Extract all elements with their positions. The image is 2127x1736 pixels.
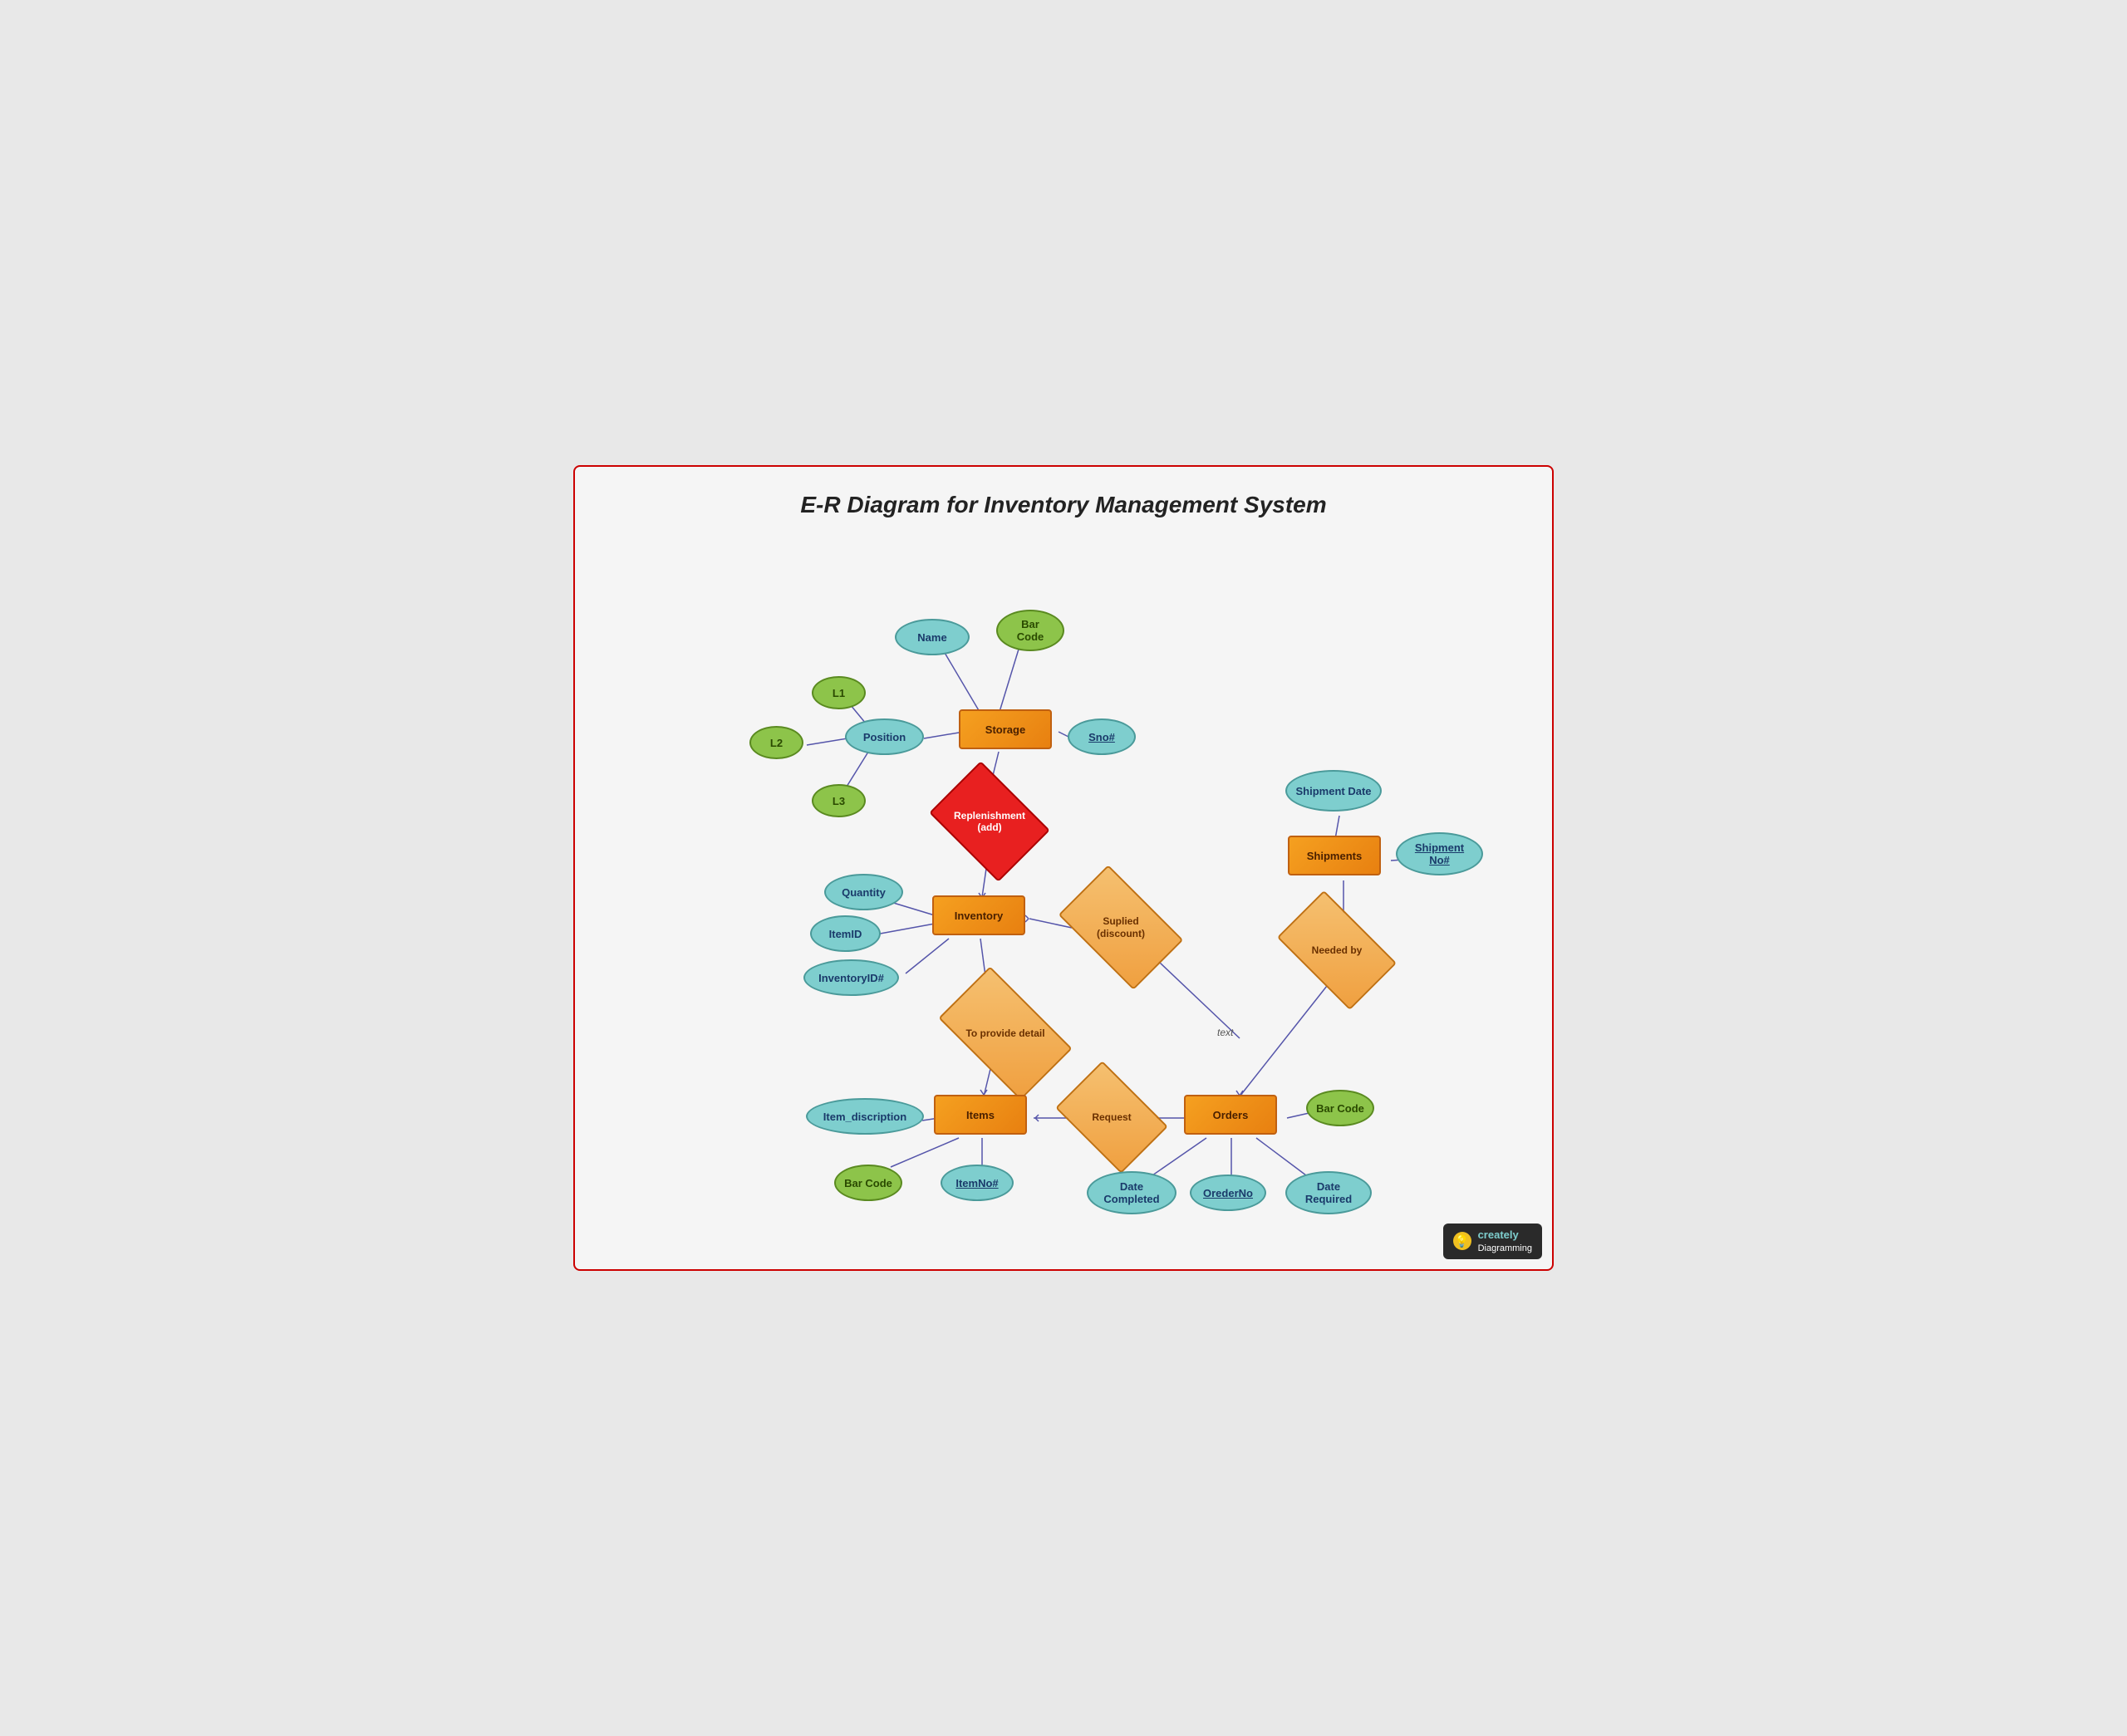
name-attribute: Name: [895, 619, 970, 655]
creately-logo-icon: 💡: [1453, 1232, 1471, 1250]
l2-attribute: L2: [749, 726, 803, 759]
supplied-relationship: Suplied(discount): [1059, 865, 1184, 990]
diagram-title: E-R Diagram for Inventory Management Sys…: [592, 483, 1535, 518]
inventory-entity: Inventory: [932, 895, 1025, 935]
replenishment-relationship: Replenishment(add): [929, 761, 1050, 882]
quantity-attribute: Quantity: [824, 874, 903, 910]
item-description-attribute: Item_discription: [806, 1098, 924, 1135]
connection-lines: text: [575, 467, 1552, 1269]
l3-attribute: L3: [812, 784, 866, 817]
l1-attribute: L1: [812, 676, 866, 709]
to-provide-relationship: To provide detail: [938, 966, 1072, 1100]
date-completed-attribute: DateCompleted: [1087, 1171, 1176, 1214]
order-no-attribute: OrederNo: [1190, 1174, 1266, 1211]
itemno-attribute: ItemNo#: [941, 1165, 1014, 1201]
shipments-entity: Shipments: [1288, 836, 1381, 875]
shipment-no-attribute: ShipmentNo#: [1396, 832, 1483, 875]
orders-entity: Orders: [1184, 1095, 1277, 1135]
itemid-attribute: ItemID: [810, 915, 881, 952]
creately-text: creately Diagramming: [1478, 1228, 1532, 1254]
barcode-right-attribute: Bar Code: [1306, 1090, 1374, 1126]
request-relationship: Request: [1055, 1061, 1168, 1174]
svg-text:text: text: [1217, 1027, 1234, 1038]
shipment-date-attribute: Shipment Date: [1285, 770, 1382, 812]
needed-by-relationship: Needed by: [1277, 890, 1397, 1010]
storage-entity: Storage: [959, 709, 1052, 749]
diagram-container: E-R Diagram for Inventory Management Sys…: [573, 465, 1554, 1271]
barcode-bottom-attribute: Bar Code: [834, 1165, 902, 1201]
barcode-top-attribute: BarCode: [996, 610, 1064, 651]
creately-badge: 💡 creately Diagramming: [1443, 1224, 1542, 1259]
position-attribute: Position: [845, 718, 924, 755]
sno-attribute: Sno#: [1068, 718, 1136, 755]
inventoryid-attribute: InventoryID#: [803, 959, 899, 996]
items-entity: Items: [934, 1095, 1027, 1135]
date-required-attribute: DateRequired: [1285, 1171, 1372, 1214]
